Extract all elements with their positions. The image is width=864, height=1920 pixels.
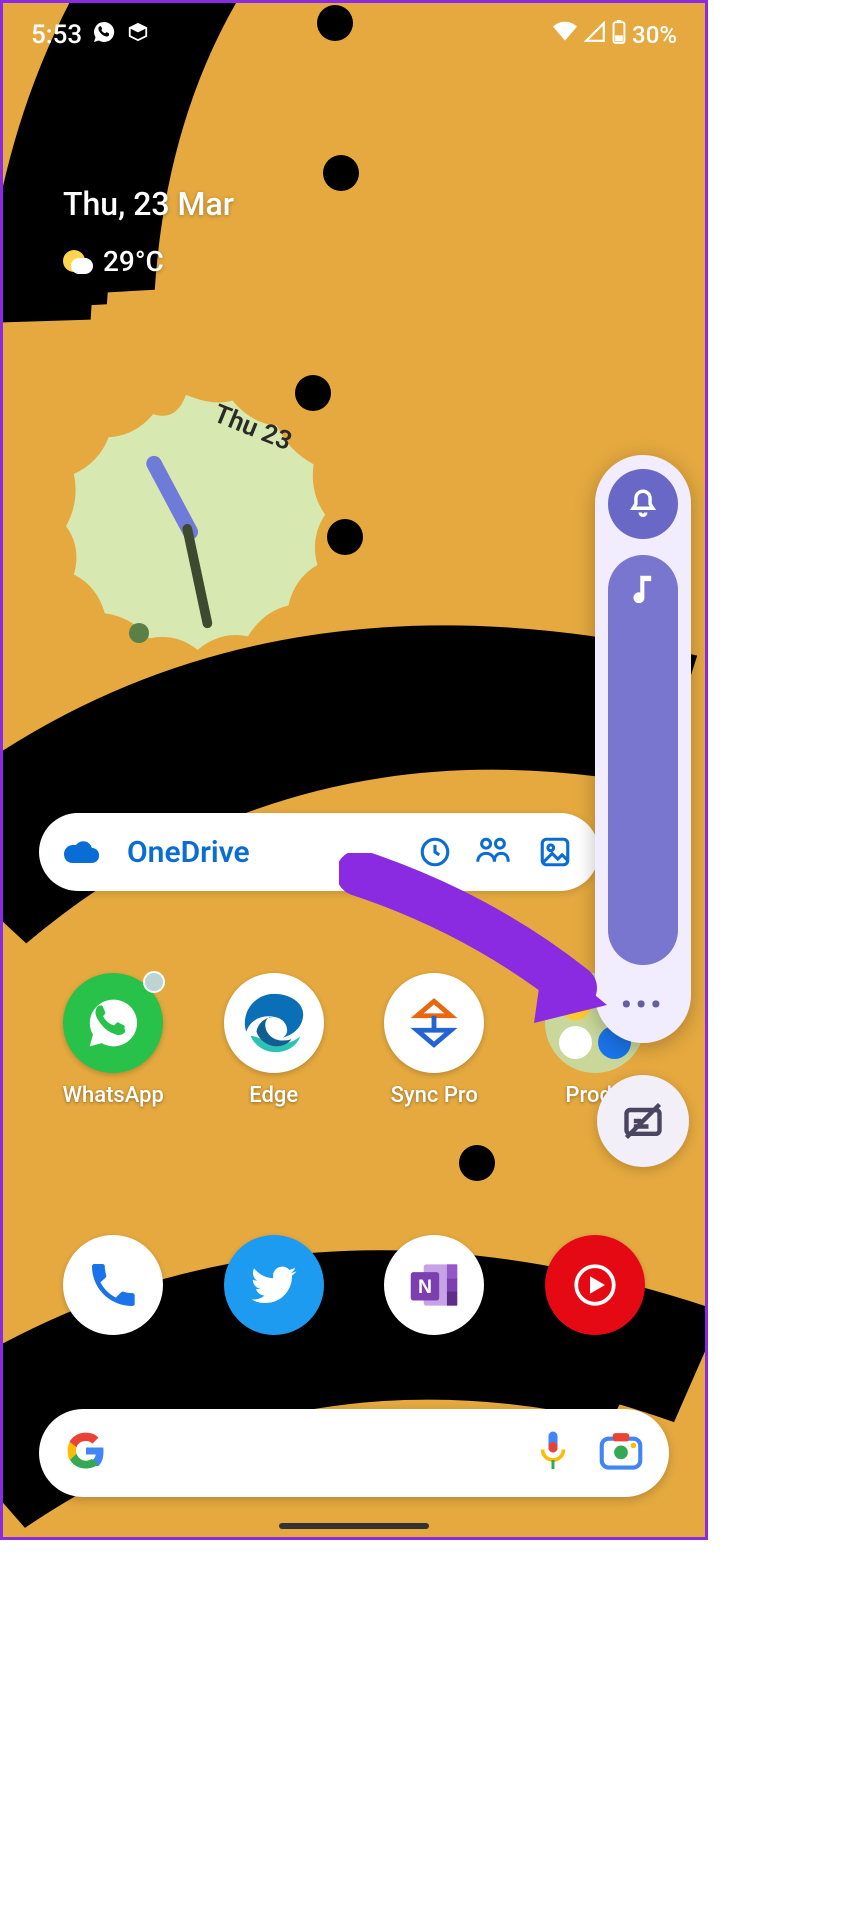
date-weather-widget[interactable]: Thu, 23 Mar 29°C	[63, 185, 234, 278]
temperature: 29°C	[103, 245, 164, 278]
app-onenote[interactable]: N	[359, 1235, 509, 1335]
app-label: Sync Pro	[391, 1083, 478, 1108]
status-time: 5:53	[31, 20, 82, 50]
onedrive-title: OneDrive	[127, 835, 397, 870]
app-edge[interactable]: Edge	[199, 973, 349, 1108]
status-bar: 5:53 30%	[3, 3, 705, 67]
onedrive-widget[interactable]: OneDrive	[39, 813, 599, 891]
app-label: Edge	[249, 1083, 298, 1108]
app-syncpro[interactable]: Sync Pro	[359, 973, 509, 1108]
package-notif-icon	[126, 20, 150, 50]
app-row-2: N	[3, 1235, 705, 1335]
photos-icon[interactable]	[535, 835, 575, 869]
app-phone[interactable]	[38, 1235, 188, 1335]
battery-percent: 30%	[632, 21, 677, 49]
battery-icon	[612, 20, 626, 50]
music-note-icon	[630, 573, 656, 607]
clock-seconds-dot	[129, 623, 149, 643]
svg-text:N: N	[418, 1276, 432, 1298]
volume-more-button[interactable]: •••	[608, 981, 678, 1029]
app-whatsapp[interactable]: WhatsApp	[38, 973, 188, 1108]
wifi-icon	[552, 21, 578, 49]
onedrive-cloud-icon	[63, 838, 103, 866]
app-ytmusic[interactable]	[520, 1235, 670, 1335]
voice-search-icon[interactable]	[535, 1429, 571, 1477]
date-label: Thu, 23 Mar	[63, 185, 234, 223]
volume-slider[interactable]	[608, 555, 678, 965]
shared-icon[interactable]	[473, 835, 513, 869]
notif-badge-icon	[143, 971, 165, 993]
volume-panel[interactable]: •••	[595, 455, 691, 1043]
app-twitter[interactable]	[199, 1235, 349, 1335]
live-caption-toggle[interactable]	[597, 1075, 689, 1167]
weather-icon	[63, 248, 91, 276]
ring-mode-button[interactable]	[608, 469, 678, 539]
recent-icon[interactable]	[415, 835, 455, 869]
google-search-bar[interactable]	[39, 1409, 669, 1497]
google-g-icon	[65, 1430, 107, 1476]
clock-widget[interactable]: Thu 23	[41, 387, 331, 677]
whatsapp-notif-icon	[92, 20, 116, 51]
signal-icon	[584, 21, 606, 49]
lens-icon[interactable]	[599, 1431, 643, 1475]
nav-handle[interactable]	[279, 1523, 429, 1529]
app-label: WhatsApp	[63, 1083, 164, 1108]
